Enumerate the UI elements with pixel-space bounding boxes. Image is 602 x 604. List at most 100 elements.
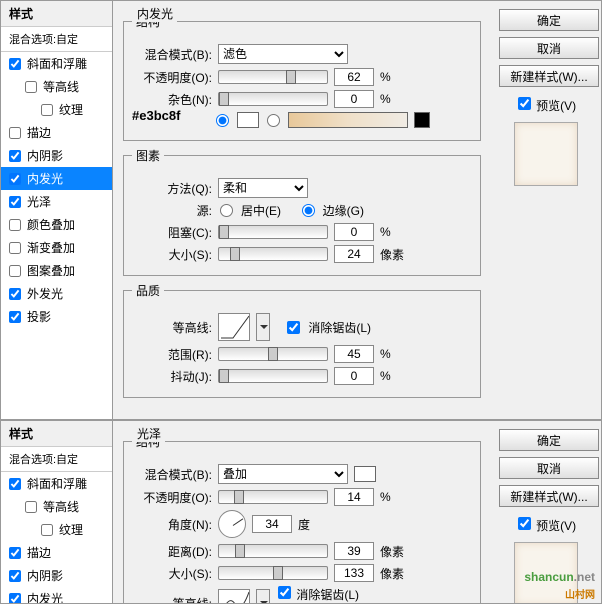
distance-label: 距离(D): bbox=[132, 543, 212, 560]
angle-dial[interactable] bbox=[218, 510, 246, 538]
new-style-button[interactable]: 新建样式(W)... bbox=[499, 65, 599, 87]
style-checkbox[interactable] bbox=[9, 196, 21, 208]
size-input[interactable] bbox=[334, 245, 374, 263]
style-checkbox[interactable] bbox=[9, 288, 21, 300]
antialias-checkbox[interactable] bbox=[287, 321, 300, 334]
sidebar-item[interactable]: 描边 bbox=[1, 121, 112, 144]
gradient-swatch[interactable] bbox=[288, 112, 408, 128]
blending-options[interactable]: 混合选项:自定 bbox=[1, 447, 112, 472]
color-radio[interactable] bbox=[216, 114, 229, 127]
style-checkbox[interactable] bbox=[9, 127, 21, 139]
size-input[interactable] bbox=[334, 564, 374, 582]
source-center-label: 居中(E) bbox=[241, 202, 281, 219]
choke-input[interactable] bbox=[334, 223, 374, 241]
style-checkbox[interactable] bbox=[9, 265, 21, 277]
choke-slider[interactable] bbox=[218, 225, 328, 239]
distance-input[interactable] bbox=[334, 542, 374, 560]
distance-slider[interactable] bbox=[218, 544, 328, 558]
choke-label: 阻塞(C): bbox=[132, 224, 212, 241]
style-checkbox[interactable] bbox=[41, 524, 53, 536]
cancel-button[interactable]: 取消 bbox=[499, 457, 599, 479]
range-label: 范围(R): bbox=[132, 346, 212, 363]
jitter-slider[interactable] bbox=[218, 369, 328, 383]
opacity-input[interactable] bbox=[334, 488, 374, 506]
sidebar-item[interactable]: 图案叠加 bbox=[1, 259, 112, 282]
style-checkbox[interactable] bbox=[41, 104, 53, 116]
sidebar-item[interactable]: 外发光 bbox=[1, 282, 112, 305]
sidebar-item-label: 光泽 bbox=[27, 193, 51, 210]
sidebar-item[interactable]: 光泽 bbox=[1, 190, 112, 213]
new-style-button[interactable]: 新建样式(W)... bbox=[499, 485, 599, 507]
gradient-radio[interactable] bbox=[267, 114, 280, 127]
contour-dropdown-icon[interactable] bbox=[256, 313, 270, 341]
size-slider[interactable] bbox=[218, 566, 328, 580]
sidebar-item[interactable]: 内发光 bbox=[1, 587, 112, 604]
sidebar-item[interactable]: 颜色叠加 bbox=[1, 213, 112, 236]
sidebar-item-label: 颜色叠加 bbox=[27, 216, 75, 233]
style-checkbox[interactable] bbox=[9, 242, 21, 254]
sidebar-item[interactable]: 描边 bbox=[1, 541, 112, 564]
sidebar-item[interactable]: 纹理 bbox=[1, 518, 112, 541]
sidebar-item[interactable]: 投影 bbox=[1, 305, 112, 328]
blend-mode-select[interactable]: 叠加 bbox=[218, 464, 348, 484]
ok-button[interactable]: 确定 bbox=[499, 429, 599, 451]
style-checkbox[interactable] bbox=[9, 570, 21, 582]
style-checkbox[interactable] bbox=[25, 501, 37, 513]
jitter-input[interactable] bbox=[334, 367, 374, 385]
sidebar-item[interactable]: 内阴影 bbox=[1, 564, 112, 587]
contour-picker[interactable] bbox=[218, 313, 250, 341]
choke-unit: % bbox=[380, 225, 410, 239]
style-checkbox[interactable] bbox=[9, 150, 21, 162]
style-checkbox[interactable] bbox=[9, 58, 21, 70]
sidebar-item[interactable]: 斜面和浮雕 bbox=[1, 472, 112, 495]
opacity-slider[interactable] bbox=[218, 490, 328, 504]
preview-checkbox[interactable] bbox=[518, 97, 531, 110]
structure-group: 结构 混合模式(B): 叠加 不透明度(O): % 角度(N): 度 距离(D)… bbox=[123, 433, 481, 604]
sidebar-item[interactable]: 斜面和浮雕 bbox=[1, 52, 112, 75]
main-panel: 内发光 结构 混合模式(B): 滤色 不透明度(O): % 杂色(N): % #… bbox=[113, 1, 491, 419]
cancel-button[interactable]: 取消 bbox=[499, 37, 599, 59]
ok-button[interactable]: 确定 bbox=[499, 9, 599, 31]
color-swatch[interactable] bbox=[354, 466, 376, 482]
right-buttons: 确定 取消 新建样式(W)... 预览(V) bbox=[491, 421, 601, 603]
sidebar-item[interactable]: 渐变叠加 bbox=[1, 236, 112, 259]
style-checkbox[interactable] bbox=[9, 311, 21, 323]
style-checkbox[interactable] bbox=[9, 547, 21, 559]
range-input[interactable] bbox=[334, 345, 374, 363]
style-checkbox[interactable] bbox=[25, 81, 37, 93]
noise-slider[interactable] bbox=[218, 92, 328, 106]
opacity-unit: % bbox=[380, 490, 410, 504]
source-center-radio[interactable] bbox=[220, 204, 233, 217]
sidebar-item[interactable]: 等高线 bbox=[1, 75, 112, 98]
range-slider[interactable] bbox=[218, 347, 328, 361]
opacity-slider[interactable] bbox=[218, 70, 328, 84]
style-checkbox[interactable] bbox=[9, 593, 21, 604]
blend-mode-select[interactable]: 滤色 bbox=[218, 44, 348, 64]
noise-unit: % bbox=[380, 92, 410, 106]
preview-label: 预览(V) bbox=[536, 519, 576, 533]
size-slider[interactable] bbox=[218, 247, 328, 261]
technique-select[interactable]: 柔和 bbox=[218, 178, 308, 198]
sidebar-item-label: 图案叠加 bbox=[27, 262, 75, 279]
style-checkbox[interactable] bbox=[9, 478, 21, 490]
opacity-unit: % bbox=[380, 70, 410, 84]
opacity-input[interactable] bbox=[334, 68, 374, 86]
sidebar-item[interactable]: 内发光 bbox=[1, 167, 112, 190]
right-buttons: 确定 取消 新建样式(W)... 预览(V) bbox=[491, 1, 601, 419]
jitter-label: 抖动(J): bbox=[132, 368, 212, 385]
color-swatch[interactable] bbox=[237, 112, 259, 128]
style-checkbox[interactable] bbox=[9, 219, 21, 231]
preview-checkbox[interactable] bbox=[518, 517, 531, 530]
blending-options[interactable]: 混合选项:自定 bbox=[1, 27, 112, 52]
contour-dropdown-icon[interactable] bbox=[256, 589, 270, 604]
antialias-checkbox[interactable] bbox=[278, 586, 291, 599]
gradient-dropdown-icon[interactable] bbox=[414, 112, 430, 128]
style-checkbox[interactable] bbox=[9, 173, 21, 185]
sidebar-item[interactable]: 等高线 bbox=[1, 495, 112, 518]
angle-input[interactable] bbox=[252, 515, 292, 533]
noise-input[interactable] bbox=[334, 90, 374, 108]
sidebar-item[interactable]: 纹理 bbox=[1, 98, 112, 121]
sidebar-item[interactable]: 内阴影 bbox=[1, 144, 112, 167]
contour-picker[interactable] bbox=[218, 589, 250, 604]
source-edge-radio[interactable] bbox=[302, 204, 315, 217]
